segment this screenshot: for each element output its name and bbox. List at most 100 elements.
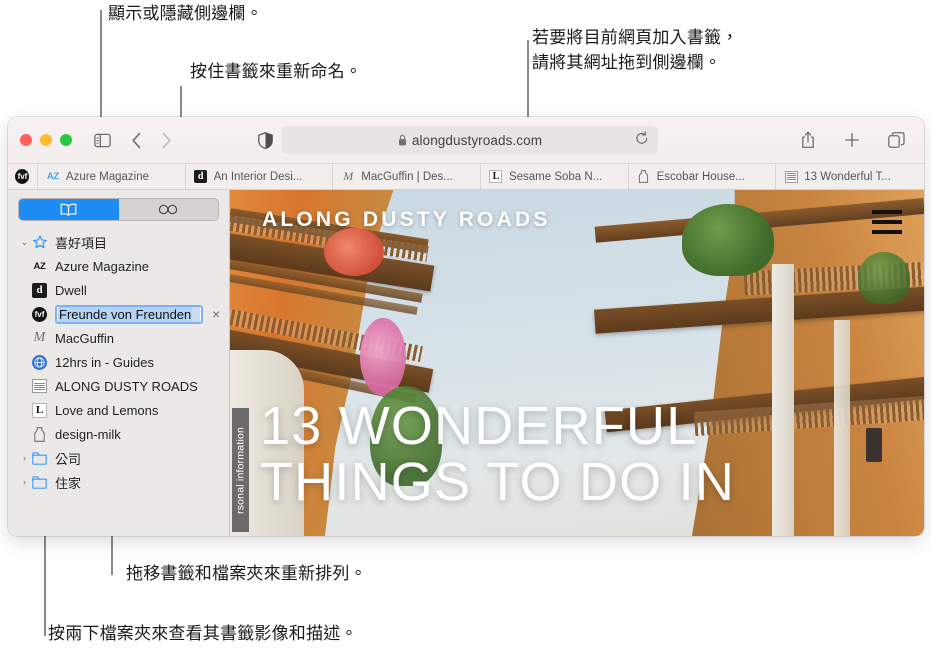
tab-item-0[interactable]: fvf xyxy=(8,164,38,189)
page-brand: ALONG DUSTY ROADS xyxy=(262,208,551,231)
window-controls xyxy=(20,134,72,146)
favicon-dwell: d xyxy=(31,282,48,299)
privacy-shield-icon[interactable] xyxy=(251,127,279,153)
favicon-fvf: fvf xyxy=(15,169,30,184)
bookmark-item-freunde-von-freunden[interactable]: fvf Freunde von Freunden × xyxy=(8,302,229,326)
bookmark-item-along-dusty-roads[interactable]: ALONG DUSTY ROADS xyxy=(8,374,229,398)
bookmark-item-love-and-lemons[interactable]: L Love and Lemons xyxy=(8,398,229,422)
flowers xyxy=(324,228,384,276)
close-button[interactable] xyxy=(20,134,32,146)
tab-label: Azure Magazine xyxy=(65,170,150,183)
tab-item-1[interactable]: AZ Azure Magazine xyxy=(38,164,186,189)
bookmark-label: MacGuffin xyxy=(55,330,115,346)
new-tab-icon[interactable] xyxy=(838,127,866,153)
favicon-along-dusty-roads xyxy=(31,378,48,395)
bookmark-rename-value: Freunde von Freunden xyxy=(58,306,193,322)
bookmark-item-12hrs-in-guides[interactable]: 12hrs in - Guides xyxy=(8,350,229,374)
tab-item-5[interactable]: Escobar House... xyxy=(629,164,777,189)
plant xyxy=(858,252,910,304)
bookmark-group-label: 喜好項目 xyxy=(55,235,108,251)
bookmark-folder-label: 住家 xyxy=(55,475,82,491)
bookmark-rename-input[interactable]: Freunde von Freunden xyxy=(55,304,203,324)
tab-label: An Interior Desi... xyxy=(213,170,303,183)
plant xyxy=(682,204,774,276)
tab-bar: fvf AZ Azure Magazine d An Interior Desi… xyxy=(8,163,924,190)
tab-item-2[interactable]: d An Interior Desi... xyxy=(186,164,334,189)
text-selection-tail xyxy=(192,306,200,322)
lock-icon xyxy=(398,134,407,146)
share-icon[interactable] xyxy=(794,127,822,153)
favicon-design-milk xyxy=(31,426,48,443)
favicon-fvf: fvf xyxy=(31,306,48,323)
navigation-arrows xyxy=(122,127,180,153)
bookmark-label: Azure Magazine xyxy=(55,258,149,274)
favicon-design-milk xyxy=(637,170,651,184)
reload-button[interactable] xyxy=(635,131,649,146)
folder-icon xyxy=(31,450,48,467)
hero-image: ALONG DUSTY ROADS 13 WONDERFUL THINGS TO… xyxy=(230,190,924,536)
favicon-love-lemons: L xyxy=(489,170,503,184)
bookmark-folder-home[interactable]: › 住家 xyxy=(8,470,229,494)
bookmark-item-macguffin[interactable]: M MacGuffin xyxy=(8,326,229,350)
folder-icon xyxy=(31,474,48,491)
bookmark-folder-label: 公司 xyxy=(55,451,82,467)
bookmark-item-dwell[interactable]: d Dwell xyxy=(8,278,229,302)
bookmark-label: design-milk xyxy=(55,426,121,442)
privacy-banner: rsonal information xyxy=(232,408,249,532)
leader-line-double-click-horizontal xyxy=(44,634,46,636)
address-bar[interactable]: alongdustyroads.com xyxy=(282,126,658,154)
tab-label: MacGuffin | Des... xyxy=(361,170,453,183)
sidebar-toggle-icon[interactable] xyxy=(88,127,116,153)
chevron-right-icon[interactable]: › xyxy=(18,477,31,487)
sidebar-segmented-control xyxy=(18,198,219,221)
flowers xyxy=(360,318,406,396)
tab-item-4[interactable]: L Sesame Soba N... xyxy=(481,164,629,189)
clear-icon[interactable]: × xyxy=(212,306,220,322)
bookmark-item-azure-magazine[interactable]: AZ Azure Magazine xyxy=(8,254,229,278)
callout-add-bookmark: 若要將目前網頁加入書籤， 請將其網址拖到側邊欄。 xyxy=(532,28,739,72)
callout-double-click: 按兩下檔案夾來查看其書籤影像和描述。 xyxy=(48,624,358,643)
bookmark-group-favorites[interactable]: ⌄ 喜好項目 xyxy=(8,230,229,254)
hamburger-menu-icon[interactable] xyxy=(872,210,902,240)
bookmark-list: ⌄ 喜好項目 AZ Azure Magazine d Dwell fvf Fre… xyxy=(8,227,229,536)
zoom-button[interactable] xyxy=(60,134,72,146)
tab-label: Sesame Soba N... xyxy=(508,170,603,183)
favicon-az: AZ xyxy=(33,260,46,272)
chevron-right-icon[interactable]: › xyxy=(18,453,31,463)
tab-item-6[interactable]: 13 Wonderful T... xyxy=(776,164,924,189)
browser-window: alongdustyroads.com fvf AZ Azure Magazin… xyxy=(8,117,924,536)
favicon-love-lemons: L xyxy=(31,402,48,419)
favicon-az: AZ xyxy=(46,171,59,182)
back-button[interactable] xyxy=(122,127,150,153)
callout-drag-reorder: 拖移書籤和檔案夾來重新排列。 xyxy=(126,564,367,583)
bookmark-folder-company[interactable]: › 公司 xyxy=(8,446,229,470)
window-body: ⌄ 喜好項目 AZ Azure Magazine d Dwell fvf Fre… xyxy=(8,190,924,536)
reading-list-tab[interactable] xyxy=(118,199,218,220)
bookmark-label: Love and Lemons xyxy=(55,402,159,418)
bookmark-label: Dwell xyxy=(55,282,87,298)
page-title: 13 WONDERFUL THINGS TO DO IN xyxy=(260,396,736,513)
star-icon xyxy=(31,234,48,251)
toolbar-right-group xyxy=(794,127,910,153)
bookmarks-sidebar: ⌄ 喜好項目 AZ Azure Magazine d Dwell fvf Fre… xyxy=(8,190,230,536)
url-text: alongdustyroads.com xyxy=(411,132,543,148)
tab-item-3[interactable]: M MacGuffin | Des... xyxy=(333,164,481,189)
sidebar-segmented-control-wrap xyxy=(8,190,229,227)
favicon-globe xyxy=(31,354,48,371)
bookmark-item-design-milk[interactable]: design-milk xyxy=(8,422,229,446)
favicon-macguffin: M xyxy=(343,169,354,183)
minimize-button[interactable] xyxy=(40,134,52,146)
bookmark-label: ALONG DUSTY ROADS xyxy=(55,378,198,394)
bookmark-label: 12hrs in - Guides xyxy=(55,354,154,370)
browser-toolbar: alongdustyroads.com xyxy=(8,117,924,163)
callout-sidebar-toggle: 顯示或隱藏側邊欄。 xyxy=(108,4,263,23)
web-content[interactable]: ALONG DUSTY ROADS 13 WONDERFUL THINGS TO… xyxy=(230,190,924,536)
favicon-dwell: d xyxy=(194,170,208,184)
favicon-along-dusty-roads xyxy=(784,170,798,184)
chevron-down-icon[interactable]: ⌄ xyxy=(18,237,31,248)
tab-overview-icon[interactable] xyxy=(882,127,910,153)
forward-button[interactable] xyxy=(152,127,180,153)
tab-label: Escobar House... xyxy=(656,170,745,183)
bookmarks-tab[interactable] xyxy=(19,199,119,220)
tab-label: 13 Wonderful T... xyxy=(804,170,891,183)
